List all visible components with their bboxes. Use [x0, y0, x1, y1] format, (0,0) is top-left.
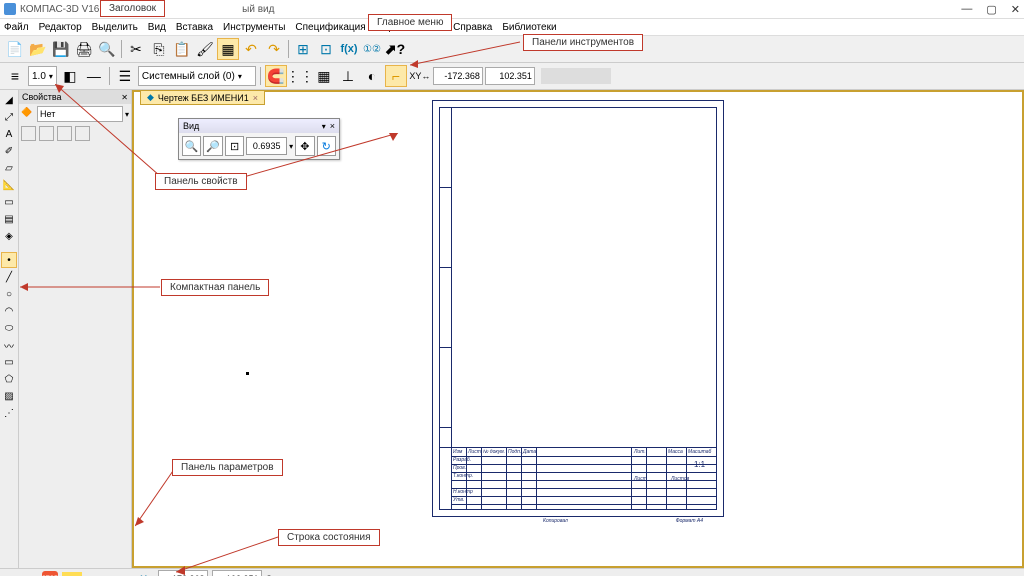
callout-compact: Компактная панель — [161, 279, 269, 296]
meas-btn[interactable]: 📐 — [1, 177, 17, 193]
tab-label: Чертеж БЕЗ ИМЕНИ1 — [158, 93, 249, 103]
compact-panel: ◢ ⤢ A ✐ ▱ 📐 ▭ ▤ ◈ • ╱ ○ ◠ ⬭ 〰 ▭ ⬠ ▨ ⋰ — [0, 90, 19, 568]
grid-icon[interactable]: ⋮⋮ — [289, 65, 311, 87]
parameters-bar: STOP Auto⬅ V✓ -172.368 102.351 Стиль + ▾ — [0, 568, 1024, 576]
main-menu: Файл Редактор Выделить Вид Вставка Инстр… — [0, 19, 1024, 36]
geo-btn[interactable]: ◢ — [1, 92, 17, 108]
maximize-icon[interactable]: ▢ — [986, 3, 996, 16]
stop-button[interactable]: STOP — [42, 571, 58, 576]
fx-icon[interactable]: f(x) — [338, 38, 360, 60]
separator — [288, 40, 289, 58]
preview-icon[interactable]: 🔍 — [96, 38, 118, 60]
menu-editor[interactable]: Редактор — [39, 22, 82, 33]
props-toggle-icon[interactable]: ▦ — [217, 38, 239, 60]
rep-btn[interactable]: ◈ — [1, 228, 17, 244]
undo-icon[interactable]: ↶ — [240, 38, 262, 60]
auto-button[interactable]: Auto⬅ — [62, 572, 82, 576]
prop-btn-1[interactable] — [21, 126, 36, 141]
point-tool[interactable]: • — [1, 252, 17, 268]
brush-icon[interactable]: 🖌 — [194, 38, 216, 60]
line-tool[interactable]: ╱ — [1, 269, 17, 285]
close-icon[interactable]: ✕ — [1011, 3, 1020, 16]
plus-marker[interactable]: + — [295, 572, 302, 576]
callout-toolbars: Панели инструментов — [523, 34, 643, 51]
linewidth-combo[interactable]: 1.0▾ — [28, 66, 57, 86]
grid2-icon[interactable]: ▦ — [313, 65, 335, 87]
sel-btn[interactable]: ▭ — [1, 194, 17, 210]
round-icon[interactable]: ◐ — [361, 65, 383, 87]
spline-tool[interactable]: 〰 — [1, 337, 17, 353]
zoom-in-icon[interactable]: 🔍 — [182, 136, 201, 156]
edit-btn[interactable]: ✐ — [1, 143, 17, 159]
paste-icon[interactable]: 📋 — [171, 38, 193, 60]
aux-tool[interactable]: ⋰ — [1, 405, 17, 421]
redo-icon[interactable]: ↷ — [263, 38, 285, 60]
lcs-icon[interactable]: ⌐ — [385, 65, 407, 87]
zoom-out-icon[interactable]: 🔎 — [203, 136, 222, 156]
menu-select[interactable]: Выделить — [92, 22, 138, 33]
new-icon[interactable]: 📄 — [4, 38, 26, 60]
style-icon[interactable]: ≡ — [4, 65, 26, 87]
lib-icon[interactable]: ⊡ — [315, 38, 337, 60]
spec-btn[interactable]: ▤ — [1, 211, 17, 227]
menu-help[interactable]: Справка — [453, 22, 492, 33]
menu-view[interactable]: Вид — [148, 22, 166, 33]
window-title-suffix: ый вид — [242, 4, 274, 15]
window-buttons: — ▢ ✕ — [961, 3, 1020, 16]
minimize-icon[interactable]: — — [961, 3, 972, 16]
dim-btn[interactable]: ⤢ — [1, 109, 17, 125]
manager-icon[interactable]: ⊞ — [292, 38, 314, 60]
menu-insert[interactable]: Вставка — [176, 22, 213, 33]
callout-menu: Главное меню — [368, 14, 452, 31]
app-icon — [4, 3, 16, 15]
separator — [109, 67, 110, 85]
hatch-tool[interactable]: ▨ — [1, 388, 17, 404]
tab-close-icon[interactable]: × — [253, 93, 258, 103]
separator — [260, 67, 261, 85]
circle-tool[interactable]: ○ — [1, 286, 17, 302]
layer-combo[interactable]: Системный слой (0)▾ — [138, 66, 256, 86]
callout-status: Строка состояния — [278, 529, 380, 546]
separator — [121, 40, 122, 58]
save-icon[interactable]: 💾 — [50, 38, 72, 60]
snap-icon[interactable]: 🧲 — [265, 65, 287, 87]
help-cursor-icon[interactable]: ⬈? — [384, 38, 406, 60]
menu-file[interactable]: Файл — [4, 22, 29, 33]
prop-btn-2[interactable] — [39, 126, 54, 141]
slider[interactable] — [541, 68, 611, 84]
callout-params: Панель параметров — [172, 459, 283, 476]
cut-icon[interactable]: ✂ — [125, 38, 147, 60]
point-marker — [246, 372, 249, 375]
arc-tool[interactable]: ◠ — [1, 303, 17, 319]
ortho-icon[interactable]: ⊥ — [337, 65, 359, 87]
text-btn[interactable]: A — [1, 126, 17, 142]
menu-tools[interactable]: Инструменты — [223, 22, 285, 33]
callout-title: Заголовок — [100, 0, 165, 17]
menu-libs[interactable]: Библиотеки — [502, 22, 556, 33]
rect-tool[interactable]: ▭ — [1, 354, 17, 370]
callout-props: Панель свойств — [155, 173, 247, 190]
poly-tool[interactable]: ⬠ — [1, 371, 17, 387]
vars-icon[interactable]: ①② — [361, 38, 383, 60]
copy-icon[interactable]: ⎘ — [148, 38, 170, 60]
style-icon[interactable]: 🔶 — [21, 107, 35, 121]
open-icon[interactable]: 📂 — [27, 38, 49, 60]
view-close-icon[interactable]: × — [330, 121, 335, 131]
menu-spec[interactable]: Спецификация — [295, 22, 365, 33]
ellipse-tool[interactable]: ⬭ — [1, 320, 17, 336]
drawing-sheet: Изм Лист № докум. Подп. Дата Разраб. Про… — [432, 100, 724, 517]
view-panel-header[interactable]: Вид ▾ × — [179, 119, 339, 133]
print-icon[interactable]: 🖨 — [73, 38, 95, 60]
param-btn[interactable]: ▱ — [1, 160, 17, 176]
